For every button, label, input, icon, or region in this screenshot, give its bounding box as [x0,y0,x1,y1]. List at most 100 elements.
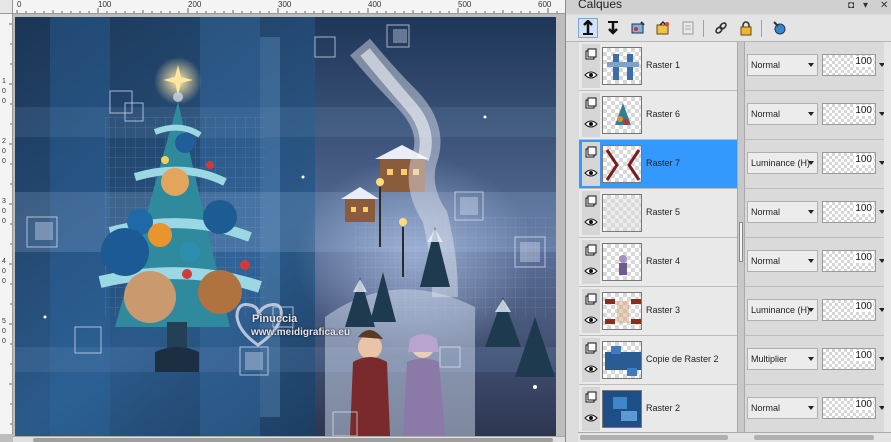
delete-layer-button[interactable] [678,18,698,38]
paint-shop-pro-window: 0 100 200 300 400 500 600 1 0 0 2 0 0 3 … [0,0,891,442]
layer-thumbnail [602,145,642,183]
layer-row-raster-3[interactable]: Raster 3 [579,287,737,336]
layer-icons [582,338,600,382]
layer-name[interactable]: Raster 5 [646,207,680,217]
toolbar-separator [703,20,704,37]
blend-mode-select[interactable]: Normal [747,103,818,125]
palette-title-bar[interactable]: Calques ◘ ▾ ✕ [566,0,891,14]
raster-layer-icon[interactable] [585,342,597,354]
new-raster-layer-icon [583,20,593,35]
blend-mode-select[interactable]: Normal [747,54,818,76]
layer-row-raster-4[interactable]: Raster 4 [579,238,737,287]
ruler-left-label: 0 [2,268,6,275]
scrollbar-thumb[interactable] [754,435,874,440]
layer-name[interactable]: Raster 6 [646,109,680,119]
layer-name[interactable]: Raster 1 [646,60,680,70]
opacity-field[interactable]: 100 [822,299,885,321]
ruler-left-label: 2 [2,138,6,145]
scrollbar-thumb[interactable] [580,435,728,440]
opacity-field[interactable]: 100 [822,54,885,76]
new-adjustment-layer-button[interactable] [628,18,648,38]
rename-layer-button[interactable] [769,18,789,38]
raster-layer-icon[interactable] [585,293,597,305]
visibility-eye-icon[interactable] [584,168,598,178]
lock-layer-button[interactable] [736,18,756,38]
layers-horizontal-scrollbar[interactable] [578,432,891,442]
raster-layer-icon[interactable] [585,48,597,60]
layer-row-copie-de-raster-2[interactable]: Copie de Raster 2 [579,336,737,385]
new-group-button[interactable] [653,18,673,38]
layer-row-raster-5[interactable]: Raster 5 [579,189,737,238]
blend-mode-value: Normal [751,109,781,119]
opacity-field[interactable]: 100 [822,250,885,272]
layer-name[interactable]: Raster 3 [646,305,680,315]
visibility-eye-icon[interactable] [584,119,598,129]
layers-vertical-scrollbar[interactable] [884,42,891,432]
visibility-eye-icon[interactable] [584,266,598,276]
splitter-grip[interactable] [739,222,743,262]
layer-props-row: Multiplier 100 [745,336,890,385]
raster-layer-icon[interactable] [585,391,597,403]
visibility-eye-icon[interactable] [584,70,598,80]
blend-mode-select[interactable]: Normal [747,250,818,272]
raster-layer-icon[interactable] [585,146,597,158]
new-raster-layer-button[interactable] [578,18,598,38]
new-mask-layer-button[interactable] [603,18,623,38]
layer-thumbnail [602,341,642,379]
blend-mode-value: Luminance (H) [751,158,811,168]
layer-row-raster-7[interactable]: Raster 7 [579,140,737,189]
blend-mode-value: Normal [751,256,781,266]
layer-icons [582,191,600,235]
watermark-url: www.meidigrafica.eu [251,327,351,338]
opacity-value: 100 [854,301,873,312]
thumbnail-art [607,54,639,80]
blend-mode-value: Normal [751,60,781,70]
blend-mode-select[interactable]: Luminance (H) [747,152,818,174]
blend-mode-value: Normal [751,207,781,217]
link-layers-button[interactable] [711,18,731,38]
blend-mode-select[interactable]: Normal [747,397,818,419]
thumbnail-art [603,391,641,427]
delete-layer-icon [682,21,694,35]
palette-menu-button[interactable]: ▾ [863,0,868,12]
opacity-field[interactable]: 100 [822,103,885,125]
layer-row-raster-1[interactable]: Raster 1 [579,42,737,91]
blend-mode-value: Normal [751,403,781,413]
raster-layer-icon[interactable] [585,97,597,109]
dropdown-arrow-icon [808,357,814,361]
visibility-eye-icon[interactable] [584,364,598,374]
opacity-field[interactable]: 100 [822,348,885,370]
watermark-author: Pinuccia [252,313,298,325]
layer-props-row: Normal 100 [745,91,890,140]
layer-name[interactable]: Raster 2 [646,403,680,413]
layer-row-raster-6[interactable]: Raster 6 [579,91,737,140]
opacity-value: 100 [854,154,873,165]
visibility-eye-icon[interactable] [584,217,598,227]
ruler-left-label: 0 [2,208,6,215]
ruler-top-label: 0 [17,0,22,9]
opacity-field[interactable]: 100 [822,152,885,174]
raster-layer-icon[interactable] [585,244,597,256]
canvas-horizontal-scrollbar[interactable] [13,436,565,442]
raster-layer-icon[interactable] [585,195,597,207]
palette-restore-button[interactable]: ◘ [848,0,854,12]
new-group-icon [656,20,669,35]
blend-mode-select[interactable]: Luminance (H) [747,299,818,321]
visibility-eye-icon[interactable] [584,413,598,423]
layer-name[interactable]: Raster 4 [646,256,680,266]
opacity-field[interactable]: 100 [822,397,885,419]
blend-mode-select[interactable]: Normal [747,201,818,223]
thumbnail-art [615,103,631,125]
layer-name[interactable]: Copie de Raster 2 [646,354,719,364]
opacity-field[interactable]: 100 [822,201,885,223]
layer-row-raster-2[interactable]: Raster 2 [579,385,737,434]
panel-splitter[interactable] [737,42,745,442]
palette-close-button[interactable]: ✕ [880,0,888,12]
ruler-left-label: 0 [2,328,6,335]
layer-name[interactable]: Raster 7 [646,158,680,168]
blend-mode-select[interactable]: Multiplier [747,348,818,370]
visibility-eye-icon[interactable] [584,315,598,325]
image-canvas[interactable]: Pinuccia www.meidigrafica.eu [15,17,556,436]
layer-properties-column: Normal 100 Normal 100 Luminance (H) 100 … [745,42,890,442]
scrollbar-thumb[interactable] [33,438,553,442]
